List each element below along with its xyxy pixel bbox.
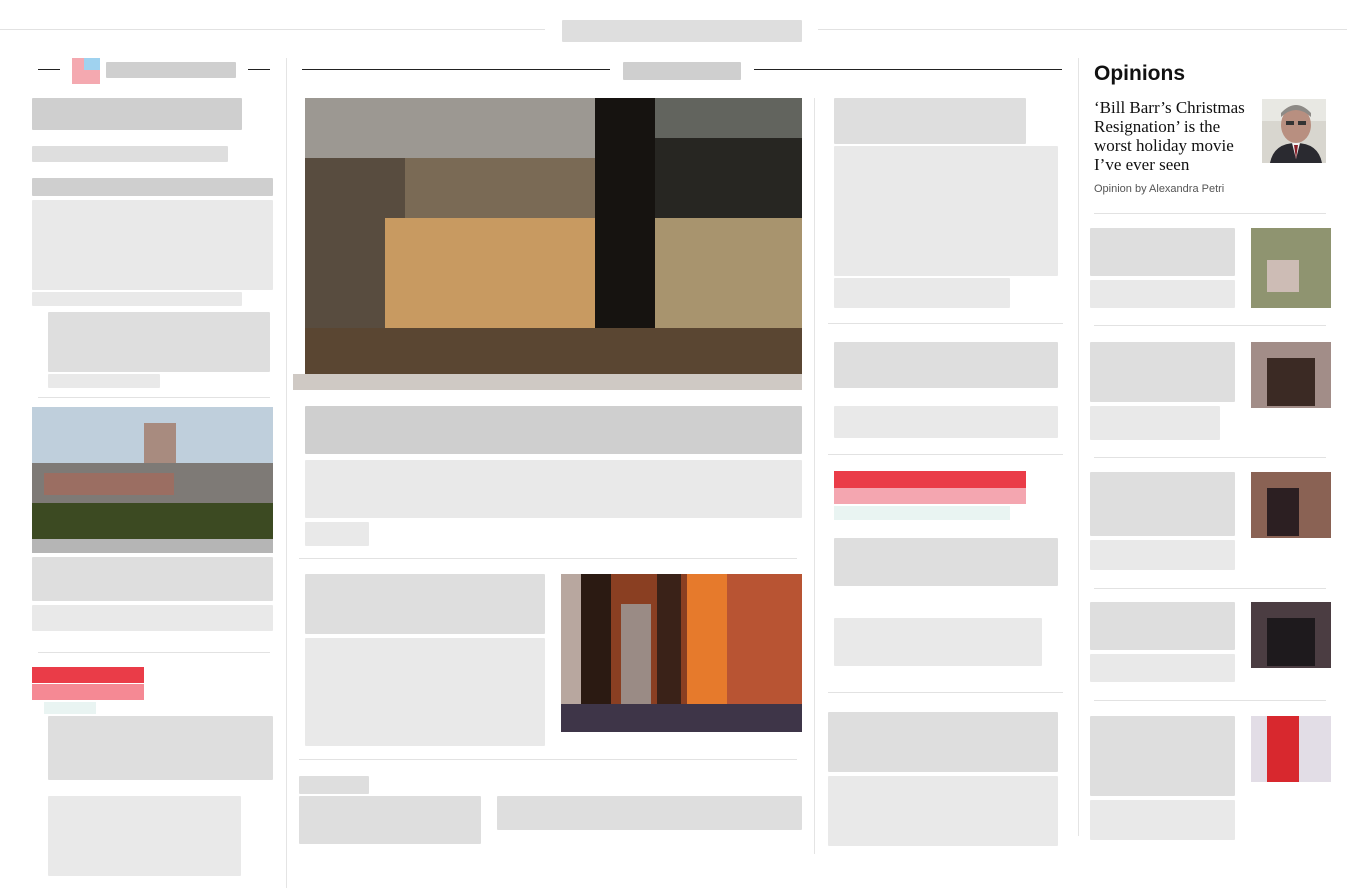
- opinion-item-6-thumbnail-detail: [1267, 716, 1299, 782]
- opinion-item-5-byline[interactable]: [1090, 654, 1235, 682]
- opinion-item-3-byline[interactable]: [1090, 406, 1220, 440]
- opinions-divider-5: [1094, 700, 1326, 701]
- cr-story-3-summary: [834, 618, 1042, 666]
- center-lead-headline[interactable]: [305, 406, 802, 454]
- image-person-2: [621, 604, 651, 704]
- image-person-3: [657, 574, 681, 704]
- opinion-item-2-headline[interactable]: [1090, 228, 1235, 276]
- center-section-rule-r: [754, 69, 1062, 70]
- image-trees: [32, 503, 273, 539]
- opinions-divider-2: [1094, 325, 1326, 326]
- left-story-3-headline[interactable]: [48, 716, 273, 780]
- image-figure: [595, 98, 655, 348]
- cr-story-3-kicker: [834, 506, 1010, 520]
- center-divider-1: [299, 558, 797, 559]
- cr-story-3-headline[interactable]: [834, 538, 1058, 586]
- column-divider-3: [1078, 58, 1079, 836]
- left-section-logo-accent: [84, 58, 100, 70]
- masthead-rule-right: [818, 29, 1347, 30]
- center-story-3-headline-b[interactable]: [497, 796, 802, 830]
- image-roof: [44, 473, 174, 495]
- column-divider-2: [814, 98, 815, 854]
- image-bg-wall: [305, 98, 595, 158]
- image-table: [385, 218, 595, 328]
- opinions-lead-headline[interactable]: ‘Bill Barr’s Christmas Resignation’ is t…: [1094, 98, 1256, 174]
- left-story-1-summary-end: [32, 292, 242, 306]
- left-divider-2: [38, 652, 270, 653]
- left-story-3-summary: [48, 796, 241, 876]
- opinion-item-2-thumbnail-detail: [1267, 260, 1299, 292]
- opinions-divider-1: [1094, 213, 1326, 214]
- opinion-item-6-byline[interactable]: [1090, 800, 1235, 840]
- left-story-1-bullet[interactable]: [48, 312, 270, 372]
- opinions-divider-3: [1094, 457, 1326, 458]
- cr-story-3-label[interactable]: [834, 471, 1026, 488]
- left-story-2-summary: [32, 605, 273, 631]
- cr-story-4-headline[interactable]: [828, 712, 1058, 772]
- center-lead-summary-end: [305, 522, 369, 546]
- left-section-rule-r: [248, 69, 270, 70]
- cr-story-4-summary: [828, 776, 1058, 846]
- opinion-item-4-byline[interactable]: [1090, 540, 1235, 570]
- left-story-2-image[interactable]: [32, 407, 273, 553]
- image-base: [561, 704, 802, 732]
- left-section-rule-l: [38, 69, 60, 70]
- left-section-title[interactable]: [106, 62, 236, 78]
- cr-story-1-summary-end: [834, 278, 1010, 308]
- left-story-2-headline[interactable]: [32, 557, 273, 601]
- opinions-section-title[interactable]: Opinions: [1094, 62, 1185, 86]
- center-lead-image[interactable]: [305, 98, 802, 374]
- person-photo-svg: [1262, 99, 1326, 163]
- opinions-lead-person-photo-icon[interactable]: [1262, 99, 1326, 163]
- center-divider-2: [299, 759, 797, 760]
- left-story-3-label-line2[interactable]: [32, 684, 144, 700]
- cr-divider-2: [828, 454, 1063, 455]
- opinion-item-6-headline[interactable]: [1090, 716, 1235, 796]
- opinion-item-3-headline[interactable]: [1090, 342, 1235, 402]
- image-floor: [305, 328, 802, 374]
- masthead-rule-left: [0, 29, 545, 30]
- cr-story-2-summary: [834, 406, 1058, 438]
- left-story-1-summary: [32, 200, 273, 290]
- center-lead-summary: [305, 460, 802, 518]
- cr-story-3-label-line2[interactable]: [834, 488, 1026, 504]
- left-divider-1: [38, 397, 270, 398]
- left-story-1-bullet-end[interactable]: [48, 374, 160, 388]
- left-story-3-label[interactable]: [32, 667, 144, 683]
- center-story-3-headline-a[interactable]: [299, 796, 481, 844]
- cr-story-1-headline[interactable]: [834, 98, 1026, 144]
- image-person-1: [581, 574, 611, 704]
- image-flame: [687, 574, 727, 704]
- opinion-item-5-thumbnail-detail: [1267, 618, 1315, 666]
- center-section-rule-l: [302, 69, 610, 70]
- opinion-item-2-byline[interactable]: [1090, 280, 1235, 308]
- column-divider-1: [286, 58, 287, 888]
- opinion-item-4-thumbnail-detail: [1267, 488, 1299, 536]
- opinion-item-4-headline[interactable]: [1090, 472, 1235, 536]
- center-lead-caption-bar: [293, 374, 802, 390]
- cr-story-2-headline[interactable]: [834, 342, 1058, 388]
- center-story-2-image[interactable]: [561, 574, 802, 732]
- center-story-2-headline[interactable]: [305, 574, 545, 634]
- cr-story-1-summary: [834, 146, 1058, 276]
- left-story-1-headline-line2[interactable]: [32, 146, 228, 162]
- image-right-dark: [655, 138, 802, 218]
- opinions-divider-4: [1094, 588, 1326, 589]
- opinion-item-5-headline[interactable]: [1090, 602, 1235, 650]
- opinion-item-3-thumbnail-detail: [1267, 358, 1315, 406]
- left-story-1-headline[interactable]: [32, 98, 242, 130]
- left-story-1-subhead[interactable]: [32, 178, 273, 196]
- cr-divider-3: [828, 692, 1063, 693]
- center-story-3-kicker: [299, 776, 369, 794]
- left-story-3-kicker: [44, 702, 96, 714]
- center-section-title[interactable]: [623, 62, 741, 80]
- image-ground: [32, 539, 273, 553]
- image-right-warm: [727, 574, 802, 704]
- cr-divider-1: [828, 323, 1063, 324]
- masthead-label[interactable]: [562, 20, 802, 42]
- opinions-lead-byline[interactable]: Opinion by Alexandra Petri: [1094, 183, 1224, 195]
- center-story-2-summary: [305, 638, 545, 746]
